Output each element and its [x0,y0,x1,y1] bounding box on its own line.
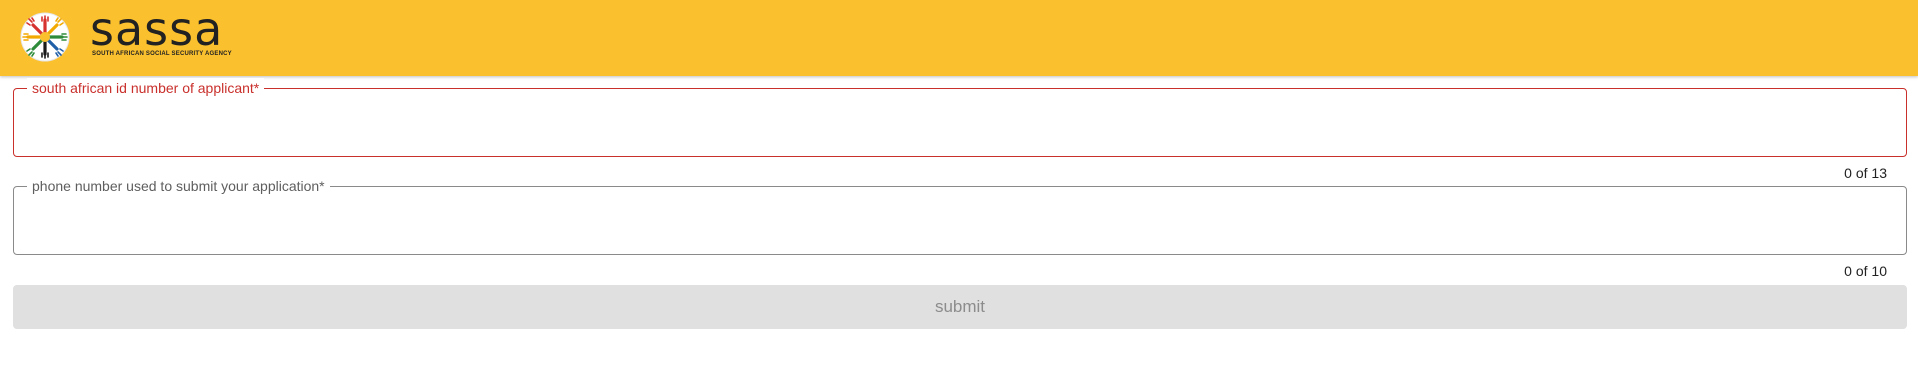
sassa-hands-logo-icon[interactable] [20,12,70,62]
phone-number-input[interactable] [28,209,1892,239]
id-number-counter: 0 of 13 [1844,165,1887,181]
phone-number-label: phone number used to submit your applica… [27,176,330,196]
phone-number-counter: 0 of 10 [1844,263,1887,279]
id-number-input[interactable] [28,111,1892,141]
id-number-label: south african id number of applicant* [27,78,265,98]
phone-number-field[interactable]: phone number used to submit your applica… [13,176,1907,255]
app-header: sassa SOUTH AFRICAN SOCIAL SECURITY AGEN… [0,0,1918,76]
brand-name: sassa [90,2,224,56]
id-number-field[interactable]: south african id number of applicant* [13,78,1907,157]
submit-button[interactable]: submit [13,285,1907,329]
brand-subtitle: SOUTH AFRICAN SOCIAL SECURITY AGENCY [92,51,232,57]
